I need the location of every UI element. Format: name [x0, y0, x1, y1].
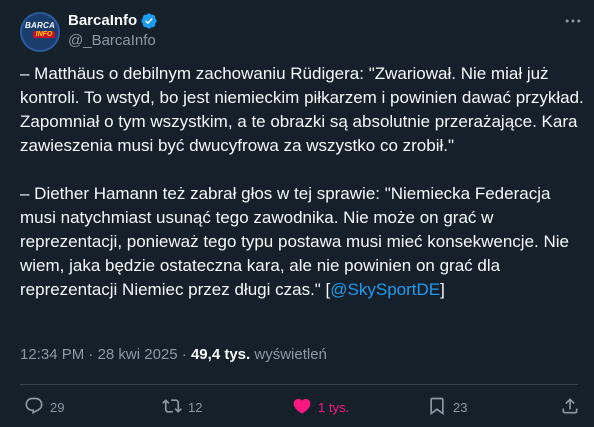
bookmark-button[interactable]: 23 [427, 396, 467, 418]
tweet-paragraph-2-text: – Diether Hamann też zabrał głos w tej s… [20, 184, 569, 299]
like-count: 1 tys. [318, 399, 350, 415]
reply-count: 29 [50, 399, 65, 415]
tweet-time[interactable]: 12:34 PM [20, 346, 84, 363]
avatar[interactable]: BARCA INFO [20, 12, 60, 52]
bookmark-count: 23 [453, 399, 468, 415]
meta-separator: · [84, 346, 98, 363]
views-count: 49,4 tys. [190, 346, 251, 363]
repost-icon [162, 396, 182, 419]
share-button[interactable] [560, 396, 580, 418]
avatar-logo-text-top: BARCA [25, 21, 55, 30]
author-name[interactable]: BarcaInfo [68, 12, 137, 29]
repost-count: 12 [188, 399, 203, 415]
views-label: wyświetleń [250, 346, 327, 363]
verified-badge-icon [140, 12, 158, 30]
tweet-metadata: 12:34 PM · 28 kwi 2025 · 49,4 tys. wyświ… [20, 346, 327, 363]
repost-button[interactable]: 12 [162, 396, 202, 418]
like-icon [292, 396, 312, 419]
like-button[interactable]: 1 tys. [292, 396, 349, 418]
tweet-paragraph-1: – Matthäus o debilnym zachowaniu Rüdiger… [20, 64, 584, 155]
tweet-paragraph-2: – Diether Hamann też zabrał głos w tej s… [20, 182, 586, 302]
action-bar: 29 12 1 tys. 23 [0, 392, 594, 422]
avatar-logo-text-bottom: INFO [33, 31, 55, 38]
reply-icon [24, 396, 44, 419]
tweet: BARCA INFO BarcaInfo @_BarcaInfo – Matth… [0, 0, 594, 427]
share-icon [560, 396, 580, 419]
reply-button[interactable]: 29 [24, 396, 64, 418]
more-options-icon[interactable] [562, 12, 584, 30]
tweet-paragraph-2-end: ] [440, 280, 445, 299]
tweet-date[interactable]: 28 kwi 2025 [98, 346, 178, 363]
tweet-text: – Matthäus o debilnym zachowaniu Rüdiger… [20, 62, 586, 302]
author-handle[interactable]: @_BarcaInfo [68, 32, 156, 49]
meta-separator-2: · [177, 346, 191, 363]
bookmark-icon [427, 396, 447, 419]
divider [20, 384, 578, 385]
mention-link[interactable]: @SkySportDE [330, 280, 440, 299]
